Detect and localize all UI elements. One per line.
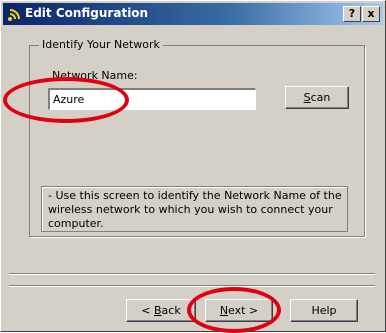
edit-configuration-dialog: Edit Configuration ? x Identify Your Net… [0,0,386,333]
title-bar[interactable]: Edit Configuration ? x [3,3,383,25]
back-button[interactable]: < Back [126,299,196,322]
help-title-button[interactable]: ? [343,6,361,22]
scan-button[interactable]: Scan [285,86,349,109]
window-title: Edit Configuration [25,6,149,20]
annotation-circle-network-name [3,77,129,123]
separator-top [9,273,375,275]
separator-bottom [9,285,375,287]
annotation-circle-next [187,287,281,333]
wireless-signal-icon [8,9,20,21]
info-text: - Use this screen to identify the Networ… [48,189,342,230]
help-button[interactable]: Help [290,299,358,322]
close-title-button[interactable]: x [362,6,380,22]
group-legend: Identify Your Network [39,38,163,51]
